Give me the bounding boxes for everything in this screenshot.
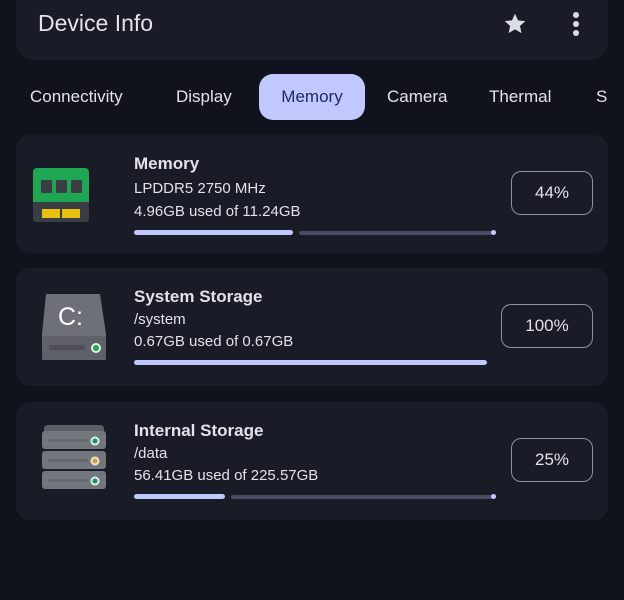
internal-storage-title: Internal Storage <box>134 421 264 440</box>
memory-percent-badge: 44% <box>511 171 593 215</box>
system-storage-card[interactable]: C: System Storage /system 0.67GB used of… <box>16 268 608 386</box>
internal-storage-percent-badge: 25% <box>511 438 593 482</box>
svg-text:C:: C: <box>58 303 83 331</box>
system-storage-title: System Storage <box>134 287 263 306</box>
internal-storage-usage: 56.41GB used of 225.57GB <box>134 467 319 484</box>
progress-track <box>299 231 496 235</box>
app-title: Device Info <box>38 10 154 36</box>
memory-type: LPDDR5 2750 MHz <box>134 180 266 197</box>
tab-display[interactable]: Display <box>176 74 232 120</box>
tab-thermal[interactable]: Thermal <box>489 74 551 120</box>
progress-fill <box>134 494 225 499</box>
progress-end-dot <box>491 494 496 499</box>
tab-memory[interactable]: Memory <box>259 74 365 120</box>
memory-card[interactable]: Memory LPDDR5 2750 MHz 4.96GB used of 11… <box>16 135 608 253</box>
internal-storage-progress-bar <box>134 494 496 500</box>
system-storage-path: /system <box>134 311 186 328</box>
star-icon <box>504 13 526 34</box>
memory-progress-bar <box>134 230 496 236</box>
progress-fill <box>134 230 293 235</box>
memory-usage: 4.96GB used of 11.24GB <box>134 203 301 220</box>
server-stack-icon <box>40 425 108 498</box>
tab-camera[interactable]: Camera <box>387 74 447 120</box>
progress-fill <box>134 360 487 365</box>
internal-storage-path: /data <box>134 445 168 462</box>
more-vert-icon <box>573 12 579 36</box>
ram-chip-icon <box>33 168 89 227</box>
internal-storage-card[interactable]: Internal Storage /data 56.41GB used of 2… <box>16 402 608 520</box>
favorite-button[interactable] <box>502 11 528 37</box>
system-storage-percent-badge: 100% <box>501 304 593 348</box>
more-options-button[interactable] <box>568 11 584 37</box>
tab-connectivity[interactable]: Connectivity <box>30 74 123 120</box>
progress-end-dot <box>491 230 496 235</box>
app-bar: Device Info <box>16 0 608 60</box>
progress-track <box>231 495 496 499</box>
memory-title: Memory <box>134 154 200 173</box>
system-storage-progress-bar <box>134 360 487 366</box>
drive-c-icon: C: <box>40 294 108 367</box>
tab-s-partial[interactable]: S <box>596 74 607 120</box>
system-storage-usage: 0.67GB used of 0.67GB <box>134 333 294 350</box>
category-tabs: Connectivity Display Memory Camera Therm… <box>0 74 624 122</box>
